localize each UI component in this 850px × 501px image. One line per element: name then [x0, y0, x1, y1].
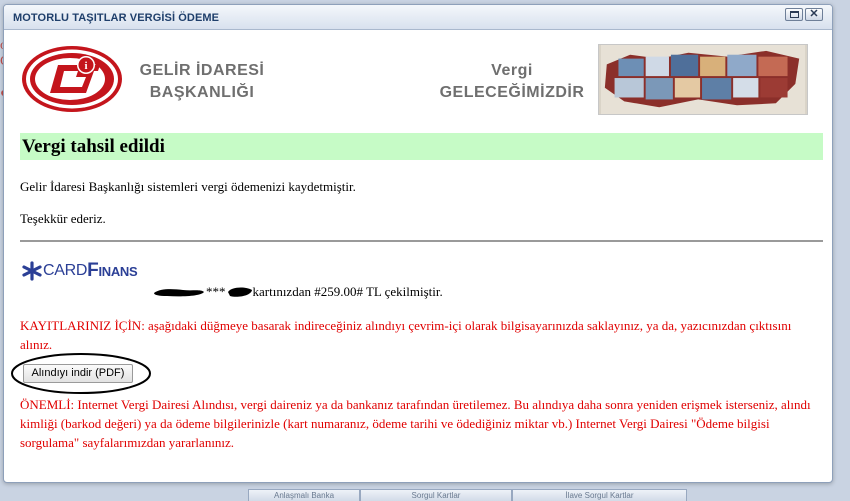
redacted-card-digits [227, 287, 252, 297]
organization-name: GELİR İDARESİ BAŞKANLIĞI [135, 60, 269, 104]
redacted-card-digits [154, 289, 204, 297]
cardfinans-star-icon [22, 261, 42, 281]
gib-logo-icon: i [22, 46, 122, 112]
maximize-icon [789, 11, 799, 18]
card-mask-stars: *** [206, 284, 226, 299]
slogan-line1: Vergi [491, 62, 533, 79]
success-banner: Vergi tahsil edildi [20, 133, 823, 160]
card-brand-prefix: CARD [43, 262, 88, 279]
window-controls: ✕ [785, 8, 823, 21]
org-name-line2: BAŞKANLIĞI [149, 84, 255, 101]
confirmation-message: Gelir İdaresi Başkanlığı sistemleri verg… [20, 179, 356, 194]
card-brand-suffix: Finans [87, 260, 138, 281]
dialog-title: MOTORLU TAŞITLAR VERGİSİ ÖDEME [13, 12, 220, 24]
records-notice: KAYITLARINIZ İÇİN: aşağıdaki düğmeye bas… [20, 318, 792, 352]
charge-amount-text: kartınızdan #259.00# TL çekilmiştir. [252, 284, 443, 299]
background-tab[interactable]: Anlaşmalı Banka [248, 489, 360, 501]
dialog-content: i GELİR İDARESİ BAŞKANLIĞI Vergi GELECEĞ… [4, 31, 832, 482]
background-tabs: Anlaşmalı Banka Sorgul Kartlar İlave Sor… [248, 489, 687, 501]
svg-text:i: i [84, 60, 87, 72]
slogan: Vergi GELECEĞİMİZDİR [432, 60, 592, 104]
background-tab[interactable]: Sorgul Kartlar [360, 489, 512, 501]
turkey-collage-banner [598, 44, 808, 115]
success-heading: Vergi tahsil edildi [22, 136, 165, 157]
maximize-button[interactable] [785, 8, 803, 21]
dialog-titlebar: MOTORLU TAŞITLAR VERGİSİ ÖDEME ✕ [4, 5, 832, 30]
cardfinans-logo: CARD Finans [21, 260, 138, 281]
card-charge-line: *** kartınızdan #259.00# TL çekilmiştir. [153, 284, 443, 300]
section-divider [20, 240, 823, 242]
payment-dialog: MOTORLU TAŞITLAR VERGİSİ ÖDEME ✕ i GELİR… [3, 4, 833, 483]
close-button[interactable]: ✕ [805, 8, 823, 21]
important-notice: ÖNEMLİ: Internet Vergi Dairesi Alındısı,… [20, 397, 811, 450]
slogan-line2: GELECEĞİMİZDİR [439, 84, 585, 101]
org-name-line1: GELİR İDARESİ [139, 62, 265, 79]
close-icon: ✕ [809, 8, 819, 20]
background-tab[interactable]: İlave Sorgul Kartlar [512, 489, 687, 501]
thanks-message: Teşekkür ederiz. [20, 211, 106, 226]
highlight-circle-annotation [11, 353, 151, 394]
